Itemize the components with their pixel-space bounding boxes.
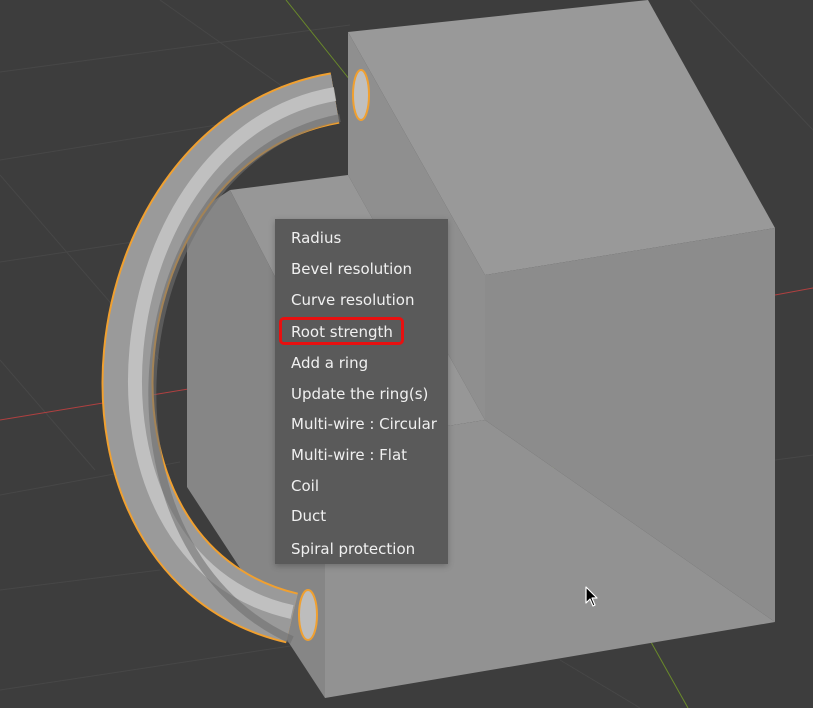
3d-viewport[interactable]: Radius Bevel resolution Curve resolution… (0, 0, 813, 708)
menu-item-multi-wire-flat[interactable]: Multi-wire : Flat (275, 441, 448, 469)
menu-item-bevel-resolution[interactable]: Bevel resolution (275, 255, 448, 283)
menu-item-multi-wire-circular[interactable]: Multi-wire : Circular (275, 410, 448, 438)
context-menu: Radius Bevel resolution Curve resolution… (275, 219, 448, 564)
menu-item-curve-resolution[interactable]: Curve resolution (275, 286, 448, 314)
menu-item-spiral-protection[interactable]: Spiral protection (275, 535, 448, 563)
mouse-pointer-icon (585, 586, 598, 607)
x-axis-line-right (774, 287, 813, 296)
menu-item-coil[interactable]: Coil (275, 472, 448, 500)
menu-item-update-the-rings[interactable]: Update the ring(s) (275, 380, 448, 408)
menu-item-radius[interactable]: Radius (275, 224, 448, 252)
y-axis-line (285, 0, 351, 81)
tube-end-cap-top (352, 69, 370, 121)
menu-item-add-a-ring[interactable]: Add a ring (275, 349, 448, 377)
tube-end-cap-bottom (298, 589, 318, 641)
menu-item-duct[interactable]: Duct (275, 502, 448, 530)
menu-item-root-strength[interactable]: Root strength (275, 317, 448, 346)
